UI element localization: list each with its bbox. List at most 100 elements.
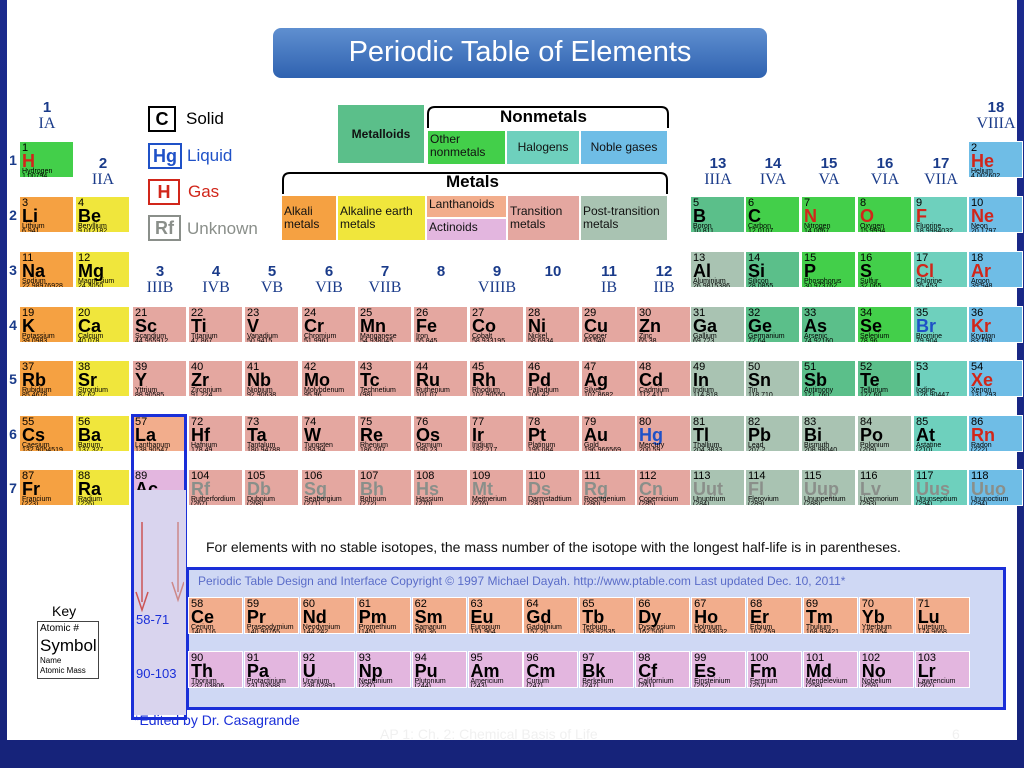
element-cell[interactable]: 66 Dy Dysprosium 162.500 — [635, 597, 691, 634]
element-cell[interactable]: 13 Al Aluminium 26.9815386 — [690, 251, 745, 288]
element-cell[interactable]: 67 Ho Holmium 164.93032 — [691, 597, 747, 634]
element-cell[interactable]: 115 Uup Ununpentium (288) — [801, 469, 856, 506]
element-cell[interactable]: 42 Mo Molybdenum 95.96 — [301, 360, 356, 397]
element-cell[interactable]: 112 Cn Copernicium (285) — [636, 469, 691, 506]
element-cell[interactable]: 106 Sg Seaborgium (271) — [301, 469, 356, 506]
element-cell[interactable]: 95 Am Americium (243) — [467, 651, 523, 688]
element-cell[interactable]: 15 P Phosphorus 30.973762 — [801, 251, 856, 288]
element-cell[interactable]: 22 Ti Titanium 47.867 — [188, 306, 243, 343]
element-cell[interactable]: 52 Te Tellurium 127.60 — [857, 360, 912, 397]
element-cell[interactable]: 16 S Sulfur 32.065 — [857, 251, 912, 288]
element-cell[interactable]: 79 Au Gold 196.966569 — [581, 415, 636, 452]
element-cell[interactable]: 86 Rn Radon (222) — [968, 415, 1023, 452]
element-cell[interactable]: 4 Be Beryllium 9.012182 — [75, 196, 130, 233]
element-cell[interactable]: 51 Sb Antimony 121.760 — [801, 360, 856, 397]
element-cell[interactable]: 53 I Iodine 126.90447 — [913, 360, 968, 397]
element-cell[interactable]: 40 Zr Zirconium 91.224 — [188, 360, 243, 397]
element-cell[interactable]: 74 W Tungsten 183.84 — [301, 415, 356, 452]
element-cell[interactable]: 96 Cm Curium (247) — [523, 651, 579, 688]
element-cell[interactable]: 11 Na Sodium 22.98976928 — [19, 251, 74, 288]
element-cell[interactable]: 61 Pm Promethium (145) — [355, 597, 411, 634]
element-cell[interactable]: 43 Tc Technetium (98) — [357, 360, 412, 397]
element-cell[interactable]: 18 Ar Argon 39.948 — [968, 251, 1023, 288]
element-cell[interactable]: 82 Pb Lead 207.2 — [745, 415, 800, 452]
element-cell[interactable]: 81 Tl Thallium 204.3833 — [690, 415, 745, 452]
element-cell[interactable]: 80 Hg Mercury 200.59 — [636, 415, 691, 452]
element-cell[interactable]: 103 Lr Lawrencium (262) — [914, 651, 970, 688]
element-cell[interactable]: 87 Fr Francium (223) — [19, 469, 74, 506]
element-cell[interactable]: 59 Pr Praseodymium 140.90765 — [243, 597, 299, 634]
element-cell[interactable]: 12 Mg Magnesium 24.3050 — [75, 251, 130, 288]
element-cell[interactable]: 2 He Helium 4.002602 — [968, 141, 1023, 178]
element-cell[interactable]: 85 At Astatine (210) — [913, 415, 968, 452]
element-cell[interactable]: 101 Md Mendelevium (258) — [802, 651, 858, 688]
element-cell[interactable]: 28 Ni Nickel 58.6934 — [525, 306, 580, 343]
element-cell[interactable]: 71 Lu Lutetium 174.9668 — [914, 597, 970, 634]
element-cell[interactable]: 32 Ge Germanium 72.64 — [745, 306, 800, 343]
element-cell[interactable]: 83 Bi Bismuth 208.98040 — [801, 415, 856, 452]
element-cell[interactable]: 93 Np Neptunium (237) — [355, 651, 411, 688]
element-cell[interactable]: 49 In Indium 114.818 — [690, 360, 745, 397]
element-cell[interactable]: 45 Rh Rhodium 102.90550 — [469, 360, 524, 397]
element-cell[interactable]: 39 Y Yttrium 88.90585 — [132, 360, 187, 397]
element-cell[interactable]: 9 F Fluorine 18.9984032 — [913, 196, 968, 233]
element-cell[interactable]: 102 No Nobelium (259) — [858, 651, 914, 688]
element-cell[interactable]: 118 Uuo Ununoctium (294) — [968, 469, 1023, 506]
element-cell[interactable]: 97 Bk Berkelium (247) — [579, 651, 635, 688]
element-cell[interactable]: 7 N Nitrogen 14.0067 — [801, 196, 856, 233]
element-cell[interactable]: 54 Xe Xenon 131.293 — [968, 360, 1023, 397]
element-cell[interactable]: 84 Po Polonium (209) — [857, 415, 912, 452]
element-cell[interactable]: 23 V Vanadium 50.9415 — [244, 306, 299, 343]
element-cell[interactable]: 94 Pu Plutonium (244) — [411, 651, 467, 688]
element-cell[interactable]: 41 Nb Niobium 92.90638 — [244, 360, 299, 397]
element-cell[interactable]: 116 Lv Livermorium (293) — [857, 469, 912, 506]
element-cell[interactable]: 6 C Carbon 12.0107 — [745, 196, 800, 233]
element-cell[interactable]: 35 Br Bromine 79.904 — [913, 306, 968, 343]
element-cell[interactable]: 75 Re Rhenium 186.207 — [357, 415, 412, 452]
element-cell[interactable]: 78 Pt Platinum 195.084 — [525, 415, 580, 452]
element-cell[interactable]: 17 Cl Chlorine 35.453 — [913, 251, 968, 288]
element-cell[interactable]: 90 Th Thorium 232.03806 — [188, 651, 243, 688]
element-cell[interactable]: 24 Cr Chromium 51.9961 — [301, 306, 356, 343]
element-cell[interactable]: 26 Fe Iron 55.845 — [413, 306, 468, 343]
element-cell[interactable]: 109 Mt Meitnerium (276) — [469, 469, 524, 506]
element-cell[interactable]: 113 Uut Ununtrium (284) — [690, 469, 745, 506]
element-cell[interactable]: 105 Db Dubnium (268) — [244, 469, 299, 506]
element-cell[interactable]: 36 Kr Krypton 83.798 — [968, 306, 1023, 343]
element-cell[interactable]: 63 Eu Europium 151.964 — [467, 597, 523, 634]
element-cell[interactable]: 25 Mn Manganese 54.938045 — [357, 306, 412, 343]
element-cell[interactable]: 44 Ru Ruthenium 101.07 — [413, 360, 468, 397]
element-cell[interactable]: 104 Rf Rutherfordium (267) — [188, 469, 243, 506]
element-cell[interactable]: 98 Cf Californium (251) — [635, 651, 691, 688]
element-cell[interactable]: 55 Cs Caesium 132.9054519 — [19, 415, 74, 452]
element-cell[interactable]: 30 Zn Zinc 65.38 — [636, 306, 691, 343]
element-cell[interactable]: 111 Rg Roentgenium (280) — [581, 469, 636, 506]
element-cell[interactable]: 76 Os Osmium 190.23 — [413, 415, 468, 452]
element-cell[interactable]: 88 Ra Radium (226) — [75, 469, 130, 506]
element-cell[interactable]: 5 B Boron 10.811 — [690, 196, 745, 233]
element-cell[interactable]: 56 Ba Barium 137.327 — [75, 415, 130, 452]
element-cell[interactable]: 70 Yb Ytterbium 173.054 — [858, 597, 914, 634]
element-cell[interactable]: 38 Sr Strontium 87.62 — [75, 360, 130, 397]
element-cell[interactable]: 108 Hs Hassium (270) — [413, 469, 468, 506]
element-cell[interactable]: 73 Ta Tantalum 180.94788 — [244, 415, 299, 452]
element-cell[interactable]: 46 Pd Palladium 106.42 — [525, 360, 580, 397]
element-cell[interactable]: 1 H Hydrogen 1.00794 — [19, 141, 74, 178]
element-cell[interactable]: 19 K Potassium 39.0983 — [19, 306, 74, 343]
element-cell[interactable]: 34 Se Selenium 78.96 — [857, 306, 912, 343]
element-cell[interactable]: 110 Ds Darmstadtium (281) — [525, 469, 580, 506]
element-cell[interactable]: 57 La Lanthanum 138.90547 — [132, 415, 187, 452]
element-cell[interactable]: 64 Gd Gadolinium 157.25 — [523, 597, 579, 634]
element-cell[interactable]: 47 Ag Silver 107.8682 — [581, 360, 636, 397]
element-cell[interactable]: 99 Es Einsteinium (252) — [691, 651, 747, 688]
element-cell[interactable]: 117 Uus Ununseptium (294) — [913, 469, 968, 506]
element-cell[interactable]: 31 Ga Gallium 69.723 — [690, 306, 745, 343]
element-cell[interactable]: 58 Ce Cerium 140.116 — [188, 597, 243, 634]
element-cell[interactable]: 14 Si Silicon 28.0855 — [745, 251, 800, 288]
element-cell[interactable]: 72 Hf Hafnium 178.49 — [188, 415, 243, 452]
element-cell[interactable]: 65 Tb Terbium 158.92535 — [579, 597, 635, 634]
element-cell[interactable]: 8 O Oxygen 15.9994 — [857, 196, 912, 233]
element-cell[interactable]: 68 Er Erbium 167.259 — [747, 597, 802, 634]
element-cell[interactable]: 3 Li Lithium 6.941 — [19, 196, 74, 233]
element-cell[interactable]: 21 Sc Scandium 44.955912 — [132, 306, 187, 343]
